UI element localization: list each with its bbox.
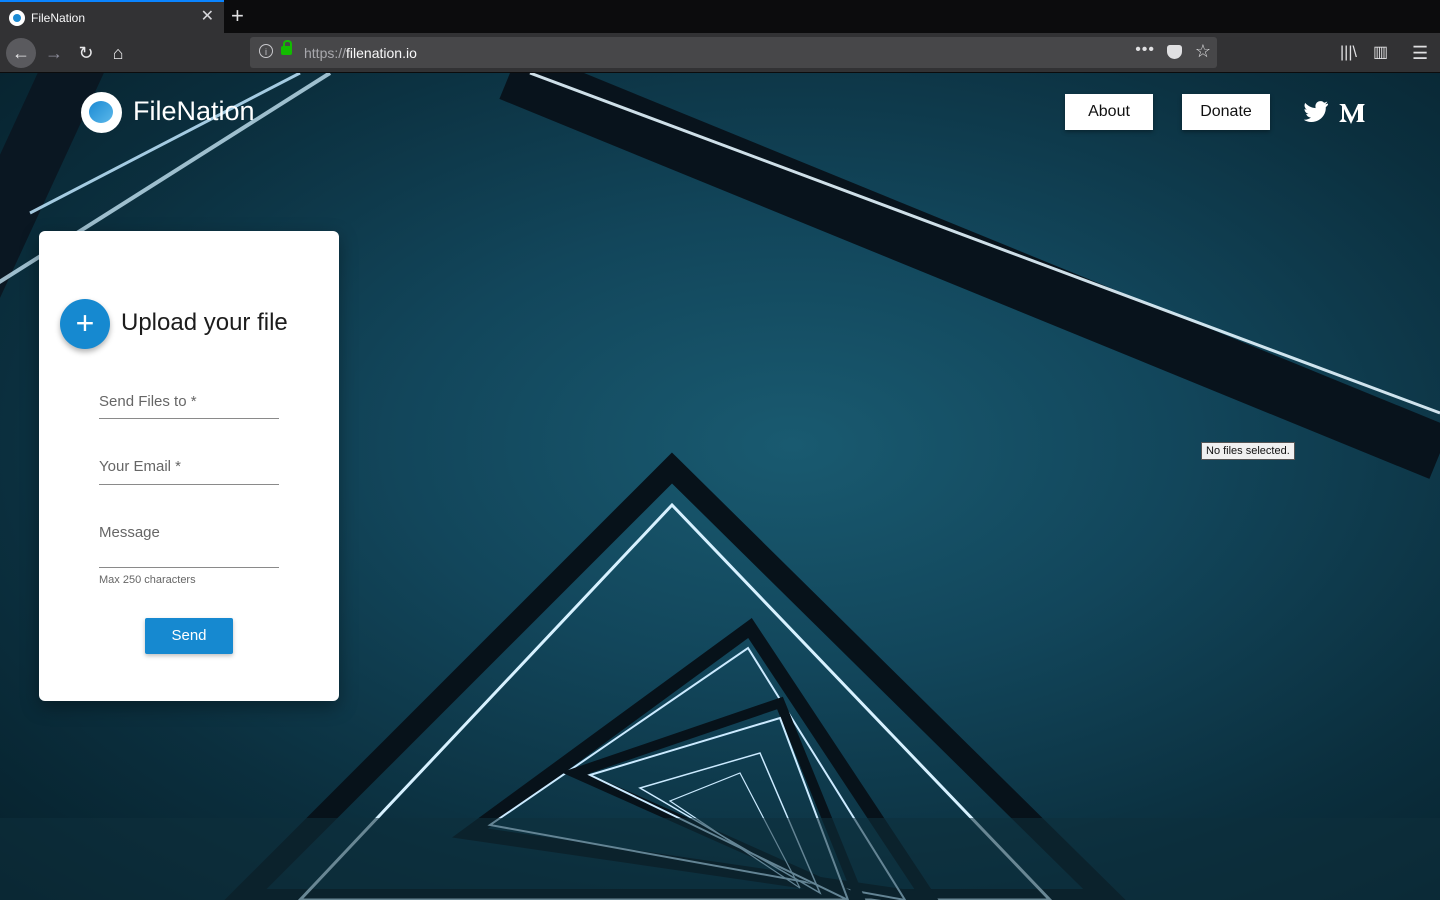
lock-icon[interactable] — [281, 40, 292, 55]
hamburger-menu-icon[interactable]: ☰ — [1412, 39, 1428, 67]
forward-button[interactable]: → — [40, 39, 68, 67]
send-files-to-label: Send Files to * — [99, 393, 197, 410]
upload-title: Upload your file — [121, 309, 288, 336]
url-protocol: https:// — [304, 45, 347, 61]
twitter-icon[interactable] — [1303, 101, 1329, 129]
back-button[interactable]: ← — [6, 38, 36, 68]
pocket-icon[interactable] — [1167, 45, 1182, 59]
tab-bar: FileNation ✕ + — [0, 0, 1440, 33]
your-email-field[interactable]: Your Email * — [99, 456, 279, 485]
bookmark-star-icon[interactable]: ☆ — [1195, 41, 1211, 62]
sidebar-icon[interactable]: ▥ — [1373, 39, 1388, 67]
message-field[interactable]: Message — [99, 522, 279, 568]
message-label: Message — [99, 524, 160, 541]
add-file-button[interactable]: + — [60, 299, 110, 349]
file-tooltip: No files selected. — [1201, 442, 1295, 460]
donate-button[interactable]: Donate — [1182, 94, 1270, 130]
filenation-logo-icon — [81, 92, 122, 133]
page-actions-icon[interactable]: ••• — [1135, 41, 1155, 59]
filenation-favicon-icon — [9, 10, 25, 26]
reload-button[interactable]: ↻ — [72, 39, 100, 67]
upload-card: + Upload your file Send Files to * Your … — [39, 231, 339, 701]
url-host: filenation.io — [346, 45, 417, 61]
send-files-to-field[interactable]: Send Files to * — [99, 391, 279, 419]
send-button[interactable]: Send — [145, 618, 233, 654]
library-icon[interactable]: |||\ — [1340, 39, 1357, 67]
message-hint: Max 250 characters — [99, 574, 196, 586]
url-bar[interactable]: i https://filenation.io ••• ☆ — [250, 37, 1217, 68]
about-button[interactable]: About — [1065, 94, 1153, 130]
brand-name: FileNation — [133, 96, 255, 126]
tab-title: FileNation — [31, 11, 86, 25]
site-info-icon[interactable]: i — [259, 44, 273, 58]
nav-bar: ← → ↻ ⌂ i https://filenation.io ••• ☆ ||… — [0, 33, 1440, 73]
tab-filenation[interactable]: FileNation ✕ — [0, 0, 224, 33]
page-content: FileNation About Donate + Upload your fi… — [0, 73, 1440, 900]
home-button[interactable]: ⌂ — [104, 39, 132, 67]
close-tab-icon[interactable]: ✕ — [201, 8, 214, 26]
your-email-label: Your Email * — [99, 458, 181, 475]
medium-icon[interactable] — [1338, 101, 1366, 131]
url-text[interactable]: https://filenation.io — [304, 45, 417, 61]
new-tab-button[interactable]: + — [231, 4, 244, 28]
